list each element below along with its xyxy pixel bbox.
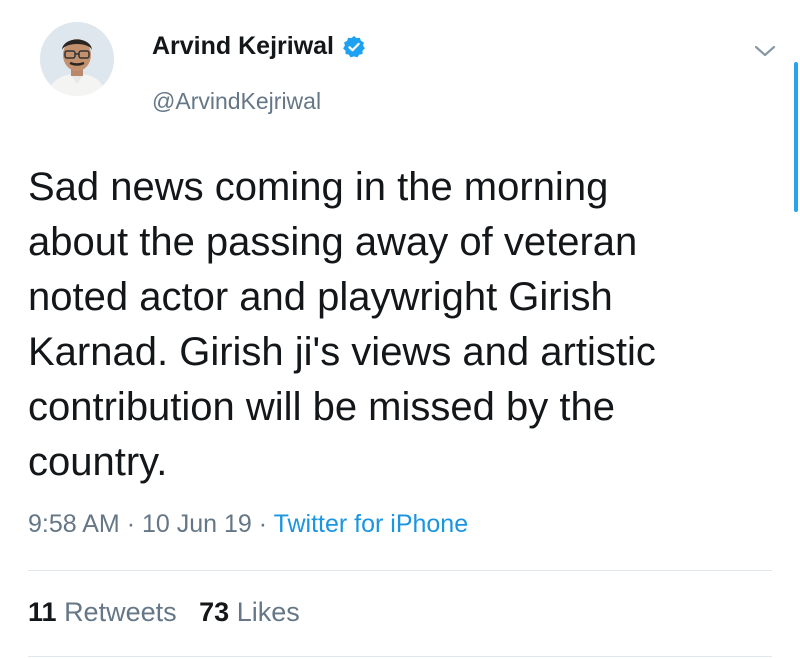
profile-photo <box>40 22 114 96</box>
meta-separator: · <box>126 510 136 538</box>
likes-count: 73 <box>199 597 230 627</box>
chevron-down-icon[interactable] <box>752 40 778 62</box>
likes-stat[interactable]: 73 Likes <box>199 597 300 627</box>
retweets-count: 11 <box>28 597 57 627</box>
divider <box>28 656 772 657</box>
tweet-text: Sad news coming in the morning about the… <box>28 165 656 484</box>
retweets-label: Retweets <box>64 597 177 627</box>
likes-label: Likes <box>236 597 300 627</box>
tweet-stats: 11 Retweets 73 Likes <box>28 597 300 628</box>
tweet-time: 9:58 AM <box>28 510 120 538</box>
author-name-row[interactable]: Arvind Kejriwal <box>152 32 366 61</box>
avatar[interactable] <box>40 22 114 96</box>
scrollbar[interactable] <box>794 62 798 212</box>
retweets-stat[interactable]: 11 Retweets <box>28 597 184 627</box>
divider <box>28 570 772 571</box>
tweet-source-link[interactable]: Twitter for iPhone <box>274 510 469 538</box>
verified-badge-icon <box>342 35 366 59</box>
tweet-date[interactable]: 10 Jun 19 <box>142 510 252 538</box>
meta-separator: · <box>258 510 268 538</box>
author-name[interactable]: Arvind Kejriwal <box>152 32 334 61</box>
author-handle[interactable]: @ArvindKejriwal <box>152 88 321 115</box>
tweet-meta: 9:58 AM · 10 Jun 19 · Twitter for iPhone <box>28 510 468 539</box>
